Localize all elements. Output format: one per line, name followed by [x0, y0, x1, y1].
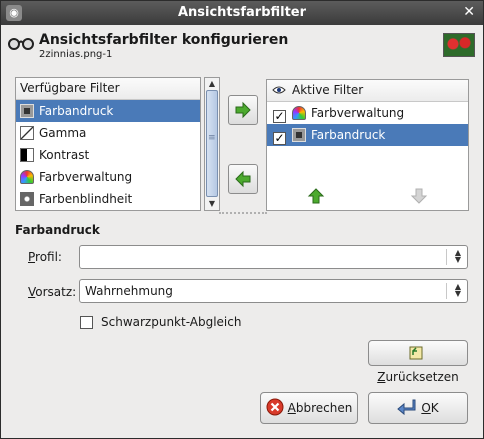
dialog-heading: Ansichtsfarbfilter konfigurieren: [39, 32, 289, 48]
cancel-icon: [266, 398, 284, 416]
available-filters-scrollbar[interactable]: ▲ ≡ ▼: [204, 77, 220, 211]
intent-combo[interactable]: Wahrnehmung ▲ ▼: [79, 279, 468, 303]
move-down-button[interactable]: [410, 187, 428, 205]
arrow-left-icon: [235, 170, 251, 188]
active-item-checkbox[interactable]: ✓: [273, 132, 286, 145]
printer-icon: [20, 104, 34, 118]
combo-arrows-icon: ▲ ▼: [454, 248, 461, 264]
add-filter-button[interactable]: [228, 95, 258, 125]
image-thumbnail: [443, 33, 475, 57]
dialog-header: Ansichtsfarbfilter konfigurieren 2zinnia…: [7, 31, 475, 65]
combo-arrows-icon: ▲ ▼: [454, 282, 461, 298]
reset-icon: [409, 346, 423, 360]
scroll-up-icon[interactable]: ▲: [207, 79, 217, 89]
scrollbar-thumb[interactable]: [206, 90, 218, 197]
available-item-kontrast[interactable]: Kontrast: [16, 144, 200, 166]
window-title: Ansichtsfarbfilter: [177, 5, 307, 20]
active-item-farbverwaltung[interactable]: ✓ Farbverwaltung: [267, 102, 468, 124]
image-name: 2zinnias.png-1: [39, 49, 113, 60]
grip-icon: ≡: [208, 133, 216, 143]
intent-label: Vorsatz:: [28, 285, 77, 299]
glasses-icon: [8, 38, 34, 50]
ok-button[interactable]: OK: [368, 392, 468, 424]
available-item-farbandruck[interactable]: Farbandruck: [16, 100, 200, 122]
eye-icon: [272, 86, 286, 94]
available-item-farbenblindheit[interactable]: Farbenblindheit: [16, 188, 200, 210]
available-filters-header[interactable]: Verfügbare Filter: [16, 78, 200, 100]
close-icon[interactable]: ✕: [463, 4, 475, 20]
available-item-farbverwaltung[interactable]: Farbverwaltung: [16, 166, 200, 188]
active-filters-header[interactable]: Aktive Filter: [267, 80, 468, 102]
active-filters-list: Aktive Filter ✓ Farbverwaltung ✓ Farbandru…: [266, 79, 469, 211]
move-up-button[interactable]: [307, 187, 325, 205]
color-management-icon: [20, 170, 34, 184]
active-item-farbandruck[interactable]: ✓ Farbandruck: [267, 124, 468, 146]
available-filters-list: Verfügbare Filter Farbandruck Gamma Kont…: [15, 77, 201, 211]
profile-label: Profil:: [28, 250, 62, 264]
available-item-gamma[interactable]: Gamma: [16, 122, 200, 144]
reset-button[interactable]: Zurücksetzen: [368, 340, 468, 384]
blackpoint-label: Schwarzpunkt-Abgleich: [101, 315, 242, 329]
dialog-window: ◉ Ansichtsfarbfilter ✕ Ansichtsfarbfilte…: [0, 0, 484, 439]
blackpoint-checkbox-row[interactable]: Schwarzpunkt-Abgleich: [80, 315, 241, 329]
printer-icon: [292, 128, 306, 142]
remove-filter-button[interactable]: [228, 164, 258, 194]
gamma-icon: [20, 126, 34, 140]
config-section-title: Farbandruck: [15, 223, 100, 237]
cancel-button[interactable]: Abbrechen: [260, 392, 358, 424]
color-management-icon: [292, 106, 306, 120]
blackpoint-checkbox[interactable]: [80, 316, 93, 329]
scroll-down-icon[interactable]: ▼: [207, 199, 217, 209]
contrast-icon: [20, 148, 34, 162]
color-blindness-icon: [20, 192, 34, 206]
pane-resize-handle[interactable]: [219, 212, 267, 215]
titlebar: ◉ Ansichtsfarbfilter ✕: [1, 1, 483, 25]
ok-enter-icon: [397, 399, 416, 416]
arrow-right-icon: [235, 101, 251, 119]
active-item-checkbox[interactable]: ✓: [273, 110, 286, 123]
profile-combo[interactable]: ▲ ▼: [79, 245, 468, 269]
